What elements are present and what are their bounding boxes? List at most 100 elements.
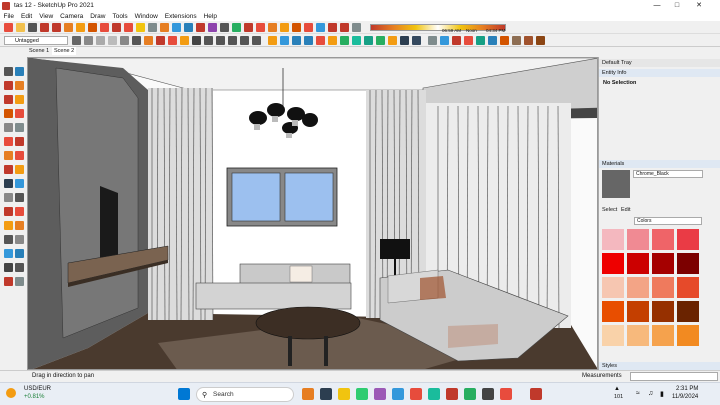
component-icon[interactable] xyxy=(156,36,165,45)
material-swatch[interactable] xyxy=(652,301,674,322)
palette-tool-icon[interactable] xyxy=(15,179,24,188)
material-swatch[interactable] xyxy=(602,229,624,250)
palette-tool-icon[interactable] xyxy=(15,193,24,202)
palette-tool-icon[interactable] xyxy=(15,235,24,244)
tape-measure-icon[interactable] xyxy=(172,23,181,32)
palette-tool-icon[interactable] xyxy=(4,95,13,104)
zoom-icon[interactable] xyxy=(268,23,277,32)
palette-tool-icon[interactable] xyxy=(4,109,13,118)
extension-icon-14[interactable] xyxy=(476,36,485,45)
palette-tool-icon[interactable] xyxy=(4,123,13,132)
arc-tool-icon[interactable] xyxy=(76,23,85,32)
extension-icon-4[interactable] xyxy=(352,36,361,45)
front-view-icon[interactable] xyxy=(216,36,225,45)
material-name-field[interactable]: Chrome_Black xyxy=(633,170,703,178)
zoom-extents-icon[interactable] xyxy=(292,23,301,32)
palette-tool-icon[interactable] xyxy=(15,123,24,132)
iso-view-icon[interactable] xyxy=(192,36,201,45)
measurements-input[interactable] xyxy=(630,372,718,381)
extension-icon-5[interactable] xyxy=(364,36,373,45)
extension-icon-17[interactable] xyxy=(512,36,521,45)
entity-info-header[interactable]: Entity Info xyxy=(599,69,720,77)
menu-tools[interactable]: Tools xyxy=(109,13,131,20)
extension-icon-13[interactable] xyxy=(464,36,473,45)
menu-file[interactable]: File xyxy=(0,13,17,20)
material-swatch[interactable] xyxy=(602,325,624,346)
material-library-dropdown[interactable]: Colors xyxy=(634,217,702,225)
material-swatch[interactable] xyxy=(652,325,674,346)
palette-tool-icon[interactable] xyxy=(15,165,24,174)
extension-icon-3[interactable] xyxy=(340,36,349,45)
xray-icon[interactable] xyxy=(72,36,81,45)
left-view-icon[interactable] xyxy=(252,36,261,45)
extension-icon-12[interactable] xyxy=(452,36,461,45)
model-viewport[interactable] xyxy=(27,57,598,370)
extension-icon-18[interactable] xyxy=(524,36,533,45)
materials-tab-edit[interactable]: Edit xyxy=(621,207,630,213)
menu-view[interactable]: View xyxy=(36,13,57,20)
material-swatch[interactable] xyxy=(677,229,699,250)
back-view-icon[interactable] xyxy=(240,36,249,45)
palette-tool-icon[interactable] xyxy=(4,151,13,160)
start-button-icon[interactable] xyxy=(178,388,190,400)
rectangle-tool-icon[interactable] xyxy=(52,23,61,32)
extension-icon-11[interactable] xyxy=(440,36,449,45)
palette-tool-icon[interactable] xyxy=(4,193,13,202)
app-icon-2[interactable] xyxy=(428,388,440,400)
material-swatch[interactable] xyxy=(627,229,649,250)
protractor-icon[interactable] xyxy=(196,23,205,32)
palette-tool-icon[interactable] xyxy=(4,179,13,188)
top-view-icon[interactable] xyxy=(204,36,213,45)
extension-icon-6[interactable] xyxy=(376,36,385,45)
axes-tool-icon[interactable] xyxy=(220,23,229,32)
material-swatch[interactable] xyxy=(602,277,624,298)
menu-edit[interactable]: Edit xyxy=(17,13,35,20)
solid-subtract-icon[interactable] xyxy=(292,36,301,45)
menu-camera[interactable]: Camera xyxy=(57,13,87,20)
palette-tool-icon[interactable] xyxy=(15,109,24,118)
palette-tool-icon[interactable] xyxy=(4,263,13,272)
palette-tool-icon[interactable] xyxy=(4,277,13,286)
extension-icon-2[interactable] xyxy=(328,36,337,45)
palette-tool-icon[interactable] xyxy=(15,207,24,216)
app-icon-1[interactable] xyxy=(410,388,422,400)
material-swatch[interactable] xyxy=(627,253,649,274)
maximize-button[interactable]: □ xyxy=(668,0,686,11)
task-view-icon[interactable] xyxy=(320,388,332,400)
solid-intersect-icon[interactable] xyxy=(280,36,289,45)
solid-trim-icon[interactable] xyxy=(304,36,313,45)
previous-view-icon[interactable] xyxy=(304,23,313,32)
freehand-tool-icon[interactable] xyxy=(40,23,49,32)
palette-tool-icon[interactable] xyxy=(15,263,24,272)
scale-tool-icon[interactable] xyxy=(148,23,157,32)
app-icon-3[interactable] xyxy=(446,388,458,400)
eraser-tool-icon[interactable] xyxy=(16,23,25,32)
minimize-button[interactable]: — xyxy=(648,0,666,11)
material-swatch[interactable] xyxy=(627,301,649,322)
tape-icon[interactable] xyxy=(180,36,189,45)
extension-icon-10[interactable] xyxy=(428,36,437,45)
widgets-icon[interactable] xyxy=(302,388,314,400)
look-around-icon[interactable] xyxy=(340,23,349,32)
material-swatch[interactable] xyxy=(677,253,699,274)
menu-window[interactable]: Window xyxy=(131,13,161,20)
right-view-icon[interactable] xyxy=(228,36,237,45)
palette-tool-icon[interactable] xyxy=(4,235,13,244)
palette-tool-icon[interactable] xyxy=(15,221,24,230)
materials-tab-select[interactable]: Select xyxy=(602,207,617,213)
tab-scene-1[interactable]: Scene 1 xyxy=(29,47,49,55)
file-explorer-icon[interactable] xyxy=(338,388,350,400)
battery-icon[interactable]: ▮ xyxy=(660,390,664,398)
styles-header[interactable]: Styles xyxy=(599,362,720,370)
menu-help[interactable]: Help xyxy=(200,13,220,20)
store-icon[interactable] xyxy=(374,388,386,400)
volume-icon[interactable]: ♫ xyxy=(648,390,653,397)
move-tool-icon[interactable] xyxy=(112,23,121,32)
back-edges-icon[interactable] xyxy=(84,36,93,45)
chrome-icon[interactable] xyxy=(392,388,404,400)
extension-icon-19[interactable] xyxy=(536,36,545,45)
palette-tool-icon[interactable] xyxy=(4,81,13,90)
material-swatch[interactable] xyxy=(652,229,674,250)
wifi-icon[interactable]: ≈ xyxy=(636,390,640,397)
solid-union-icon[interactable] xyxy=(268,36,277,45)
